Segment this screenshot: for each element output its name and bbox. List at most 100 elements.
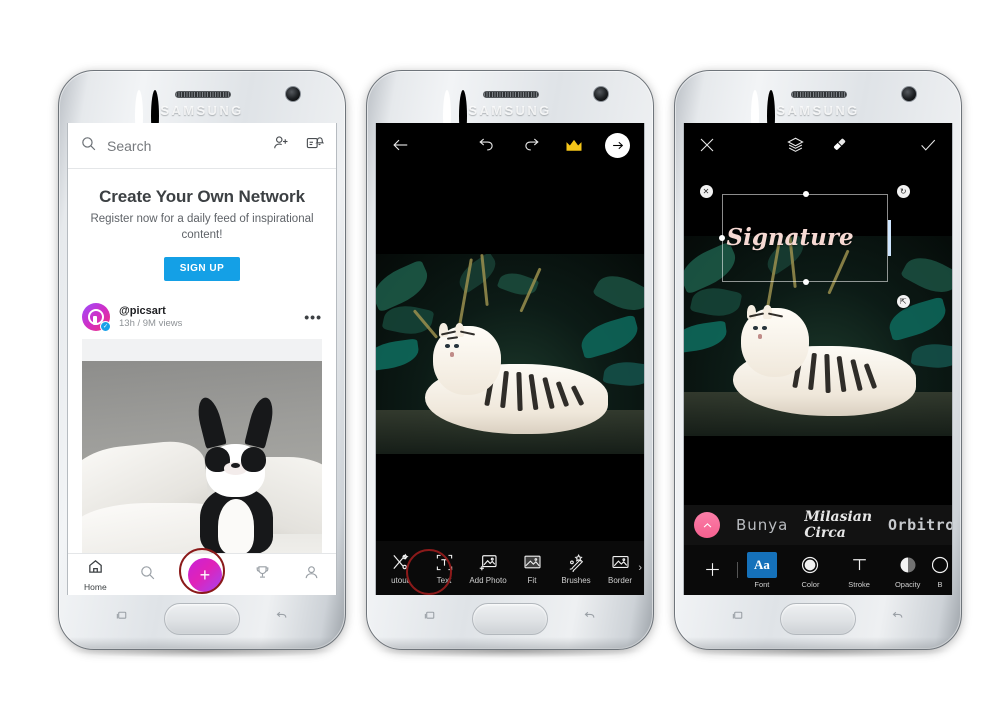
home-button[interactable] — [472, 603, 548, 635]
confirm-check-icon[interactable] — [918, 136, 938, 154]
phone-top-hardware: SAMSUNG — [59, 71, 345, 142]
phone-bottom-hardware — [367, 593, 653, 649]
add-friend-icon[interactable] — [272, 134, 291, 157]
font-icon: Aa — [746, 551, 777, 578]
search-icon — [139, 564, 156, 586]
tool-label-font: Font — [754, 579, 770, 589]
front-camera-icon — [901, 86, 917, 102]
premium-crown-icon[interactable] — [565, 138, 583, 153]
plus-icon[interactable]: + — [187, 557, 222, 592]
tool-label-color: Color — [801, 579, 820, 589]
eraser-icon[interactable] — [829, 136, 848, 154]
redo-icon[interactable] — [522, 136, 541, 154]
phone-bottom-hardware — [59, 593, 345, 649]
tab-challenges[interactable] — [254, 564, 271, 586]
promo-subtitle: Register now for a daily feed of inspira… — [90, 213, 314, 241]
signature-text[interactable]: Signature — [727, 224, 854, 251]
tool-label-text: Text — [436, 576, 452, 585]
tool-label-blend: B — [937, 579, 943, 589]
search-input[interactable]: Search — [107, 138, 262, 154]
fit-icon — [522, 551, 543, 573]
text-layer-selection[interactable]: Signature ✕ ↻ ⇱ — [699, 185, 910, 308]
promo-banner: Create Your Own Network Register now for… — [68, 169, 336, 297]
border-icon — [610, 551, 631, 573]
chevron-right-icon[interactable]: › — [638, 562, 642, 574]
handle-dot-bottom[interactable] — [802, 278, 809, 285]
post-image[interactable] — [82, 339, 322, 553]
undo-icon[interactable] — [477, 136, 496, 154]
font-option-milasian-circa[interactable]: Milasian Circa — [804, 509, 872, 541]
tool-label-cutout: utout — [391, 576, 409, 585]
create-plus-button[interactable]: + — [187, 557, 222, 592]
home-button[interactable] — [164, 603, 240, 635]
recents-icon[interactable] — [423, 609, 438, 622]
tiger-subject — [414, 323, 612, 438]
trophy-icon — [254, 564, 271, 586]
text-tool-bar: Aa Font Color Stroke Opacity B — [684, 545, 952, 595]
post-more-icon[interactable]: ••• — [304, 309, 322, 325]
tool-border[interactable]: Border — [598, 551, 642, 585]
tool-label-stroke: Stroke — [848, 579, 870, 589]
screenshot-root: SAMSUNG Search Create Your Own Network R… — [0, 0, 1008, 720]
tab-label-home: Home — [84, 581, 107, 592]
brushes-icon — [566, 551, 587, 573]
chevron-up-icon[interactable] — [694, 512, 720, 538]
recents-icon[interactable] — [115, 609, 130, 622]
rotate-handle[interactable]: ↻ — [896, 185, 910, 199]
add-text-button[interactable] — [688, 556, 737, 584]
tab-search[interactable] — [139, 564, 156, 586]
tool-stroke[interactable]: Stroke — [835, 552, 884, 589]
editor-top-bar — [376, 123, 644, 167]
close-icon[interactable] — [698, 136, 716, 154]
back-arrow-icon[interactable] — [390, 136, 411, 154]
next-arrow-button[interactable] — [605, 132, 630, 158]
profile-icon — [303, 564, 320, 586]
tool-brushes[interactable]: Brushes — [554, 551, 598, 585]
tab-profile[interactable] — [303, 564, 320, 586]
stroke-icon — [844, 552, 874, 578]
front-camera-icon — [593, 86, 609, 102]
layers-icon[interactable] — [786, 136, 805, 154]
handle-dot-left[interactable] — [718, 235, 725, 242]
tool-add-photo[interactable]: Add Photo — [466, 551, 510, 585]
back-icon[interactable] — [582, 609, 597, 622]
handle-dot-top[interactable] — [802, 191, 809, 198]
tool-text[interactable]: Text — [422, 551, 466, 585]
post-username[interactable]: @picsart — [119, 305, 295, 317]
post-header: ✓ @picsart 13h / 9M views ••• — [68, 297, 336, 339]
phone-body: SAMSUNG Search Create Your Own Network R… — [58, 70, 346, 650]
tool-font[interactable]: Aa Font — [738, 551, 787, 589]
earpiece-speaker — [791, 91, 847, 98]
tool-label-opacity: Opacity — [894, 579, 921, 589]
text-editor-canvas[interactable]: Signature ✕ ↻ ⇱ — [684, 167, 952, 505]
search-bar[interactable]: Search — [68, 123, 336, 169]
resize-handle[interactable]: ⇱ — [896, 294, 910, 308]
font-picker-row: Bunya Milasian Circa Orbitron ( — [684, 505, 952, 545]
back-icon[interactable] — [890, 609, 905, 622]
back-icon[interactable] — [274, 609, 289, 622]
notifications-icon[interactable] — [305, 134, 325, 157]
tool-opacity[interactable]: Opacity — [883, 552, 932, 589]
sign-up-button[interactable]: SIGN UP — [164, 257, 240, 282]
tiger-photo — [376, 254, 644, 454]
delete-handle[interactable]: ✕ — [699, 185, 713, 199]
avatar[interactable]: ✓ — [82, 303, 111, 333]
tool-blend[interactable]: B — [931, 552, 948, 589]
font-option-bunya[interactable]: Bunya — [736, 516, 788, 534]
opacity-icon — [893, 552, 923, 578]
phone-top-hardware: SAMSUNG — [367, 71, 653, 142]
sidebar-item-home[interactable]: Home — [84, 558, 107, 592]
font-option-orbitron[interactable]: Orbitron — [888, 516, 952, 534]
cutout-icon — [390, 551, 411, 573]
tool-color[interactable]: Color — [786, 552, 835, 589]
text-tool-icon — [435, 551, 454, 573]
phone-top-hardware: SAMSUNG — [675, 71, 961, 142]
editor-canvas[interactable] — [376, 167, 644, 541]
add-text-icon — [697, 556, 727, 582]
recents-icon[interactable] — [731, 609, 746, 622]
tool-label-border: Border — [607, 576, 632, 585]
home-button[interactable] — [780, 603, 856, 635]
tool-cutout[interactable]: utout — [378, 551, 422, 585]
earpiece-speaker — [175, 91, 231, 98]
tool-fit[interactable]: Fit — [510, 551, 554, 585]
